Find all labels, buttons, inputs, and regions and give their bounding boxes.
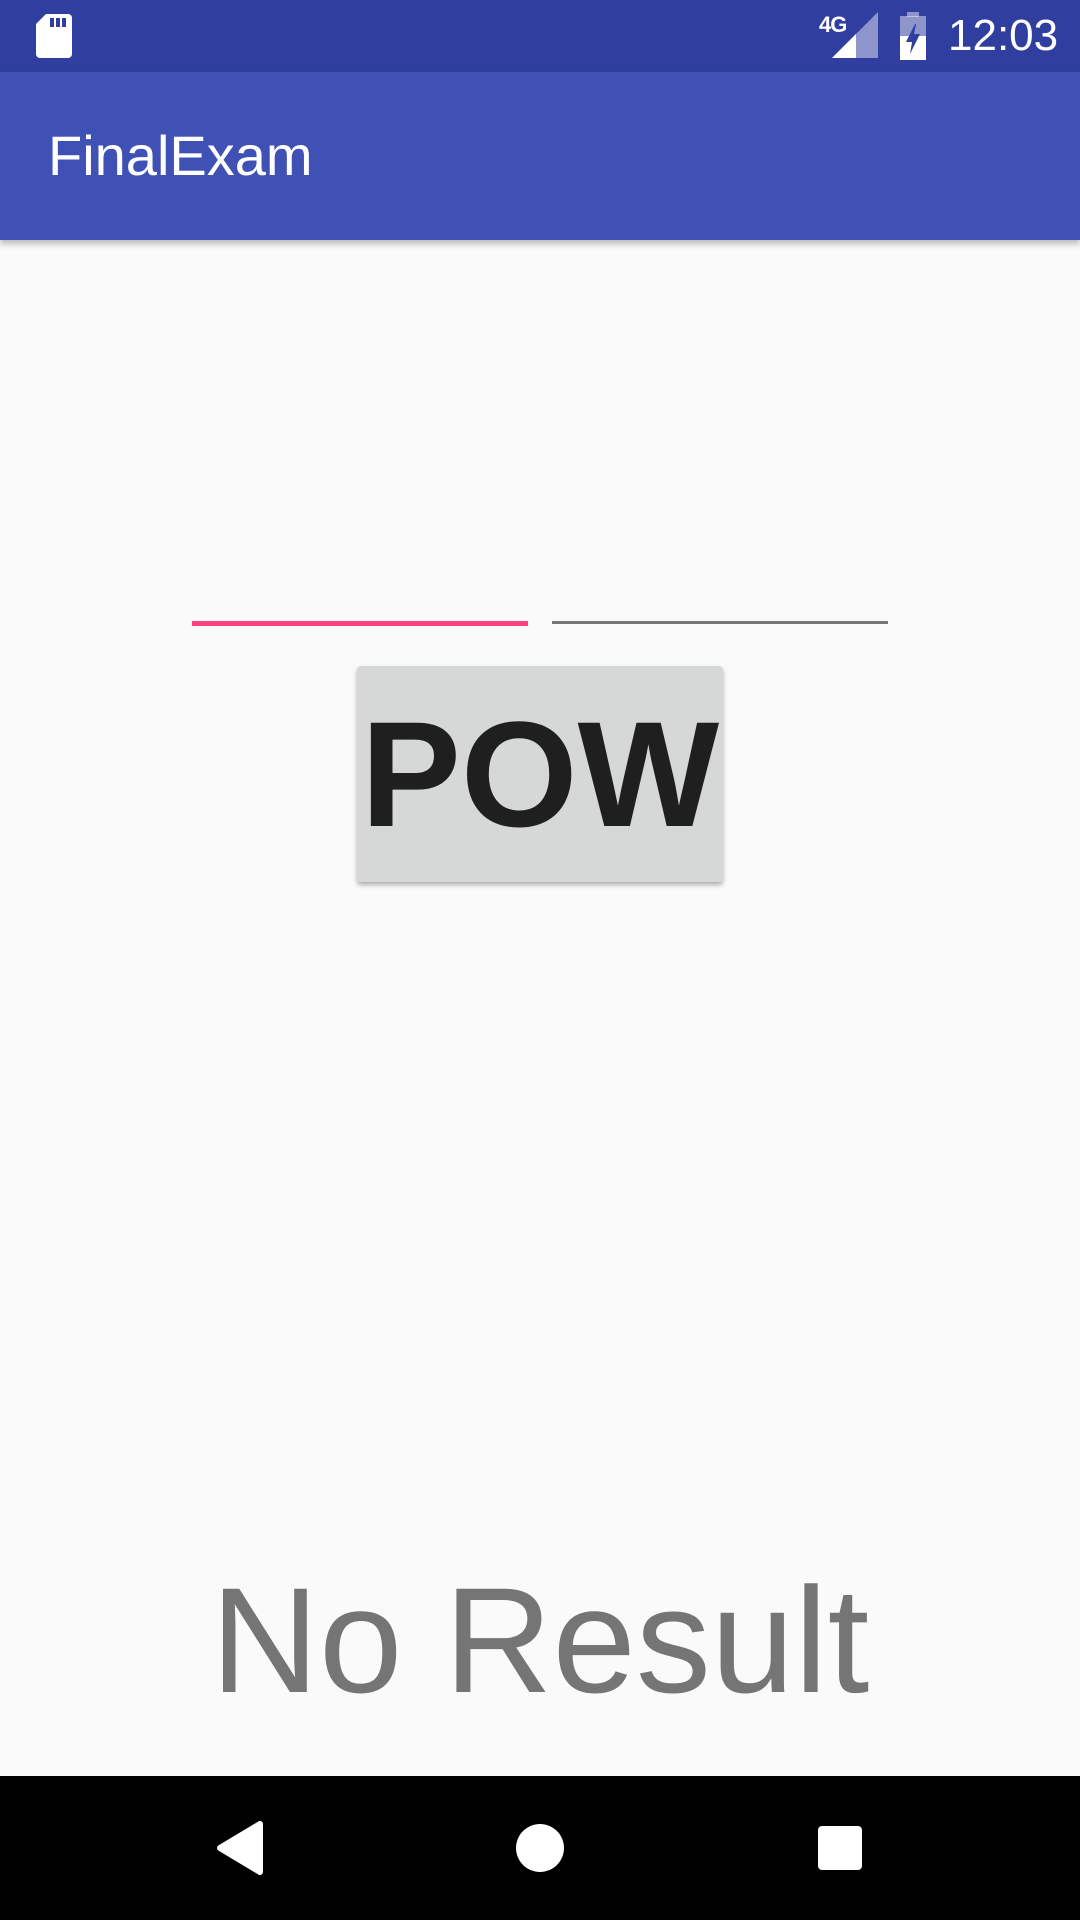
exponent-input-field[interactable] — [552, 560, 888, 620]
back-icon[interactable] — [204, 1812, 276, 1884]
clock: 12:03 — [948, 11, 1059, 60]
home-icon[interactable] — [504, 1812, 576, 1884]
exponent-input-underline — [552, 621, 888, 624]
status-bar: 4G 12:03 — [0, 0, 1080, 72]
exponent-input[interactable] — [552, 560, 888, 630]
signal-icon — [832, 12, 878, 58]
pow-button[interactable]: POW — [357, 666, 723, 882]
recents-icon[interactable] — [804, 1812, 876, 1884]
battery-charging-icon — [900, 12, 926, 60]
app-title: FinalExam — [48, 124, 313, 187]
app-bar: FinalExam — [0, 72, 1080, 240]
navigation-bar — [0, 1776, 1080, 1920]
result-text: No Result — [210, 1556, 870, 1724]
sd-card-icon — [36, 14, 72, 58]
base-input-underline — [192, 621, 528, 626]
base-input[interactable] — [192, 560, 528, 630]
base-input-field[interactable] — [192, 560, 528, 620]
